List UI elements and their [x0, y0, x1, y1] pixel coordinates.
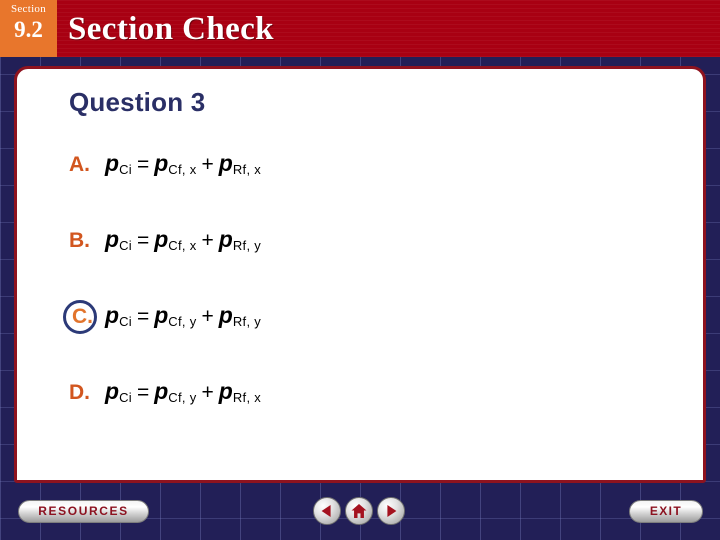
option-letter: D. [69, 381, 90, 404]
exit-button[interactable]: EXIT [629, 500, 703, 523]
answer-option-d[interactable]: D. pCi = pCf, y + pRf, x [63, 373, 261, 413]
answer-option-b[interactable]: B. pCi = pCf, x + pRf, y [63, 221, 261, 261]
slide-canvas: Section 9.2 Section Check Question 3 A. … [0, 0, 720, 540]
page-title: Section Check [68, 11, 274, 47]
option-letter: B. [69, 229, 90, 252]
house-icon [351, 504, 367, 518]
home-button[interactable] [345, 497, 373, 525]
answer-option-a[interactable]: A. pCi = pCf, x + pRf, x [63, 145, 261, 185]
option-letter: A. [69, 153, 90, 176]
section-badge: Section 9.2 [0, 0, 57, 57]
section-badge-number: 9.2 [14, 17, 43, 42]
triangle-left-icon [321, 505, 331, 517]
answer-option-c[interactable]: C. pCi = pCf, y + pRf, y [63, 297, 261, 337]
triangle-right-icon [387, 505, 397, 517]
selected-answer-ring [63, 300, 97, 334]
question-card: Question 3 A. pCi = pCf, x + pRf, x B. pCi = p… [14, 66, 706, 483]
question-title: Question 3 [69, 87, 206, 117]
forward-button[interactable] [377, 497, 405, 525]
option-formula: pCi = pCf, x + pRf, x [105, 150, 262, 177]
option-formula: pCi = pCf, x + pRf, y [105, 226, 262, 253]
option-formula: pCi = pCf, y + pRf, y [105, 302, 262, 329]
section-badge-label: Section [10, 3, 47, 15]
slide-header: Section 9.2 Section Check [0, 0, 720, 57]
resources-button[interactable]: RESOURCES [18, 500, 149, 523]
back-button[interactable] [313, 497, 341, 525]
option-letter: C. [63, 297, 105, 337]
option-formula: pCi = pCf, y + pRf, x [105, 378, 262, 405]
